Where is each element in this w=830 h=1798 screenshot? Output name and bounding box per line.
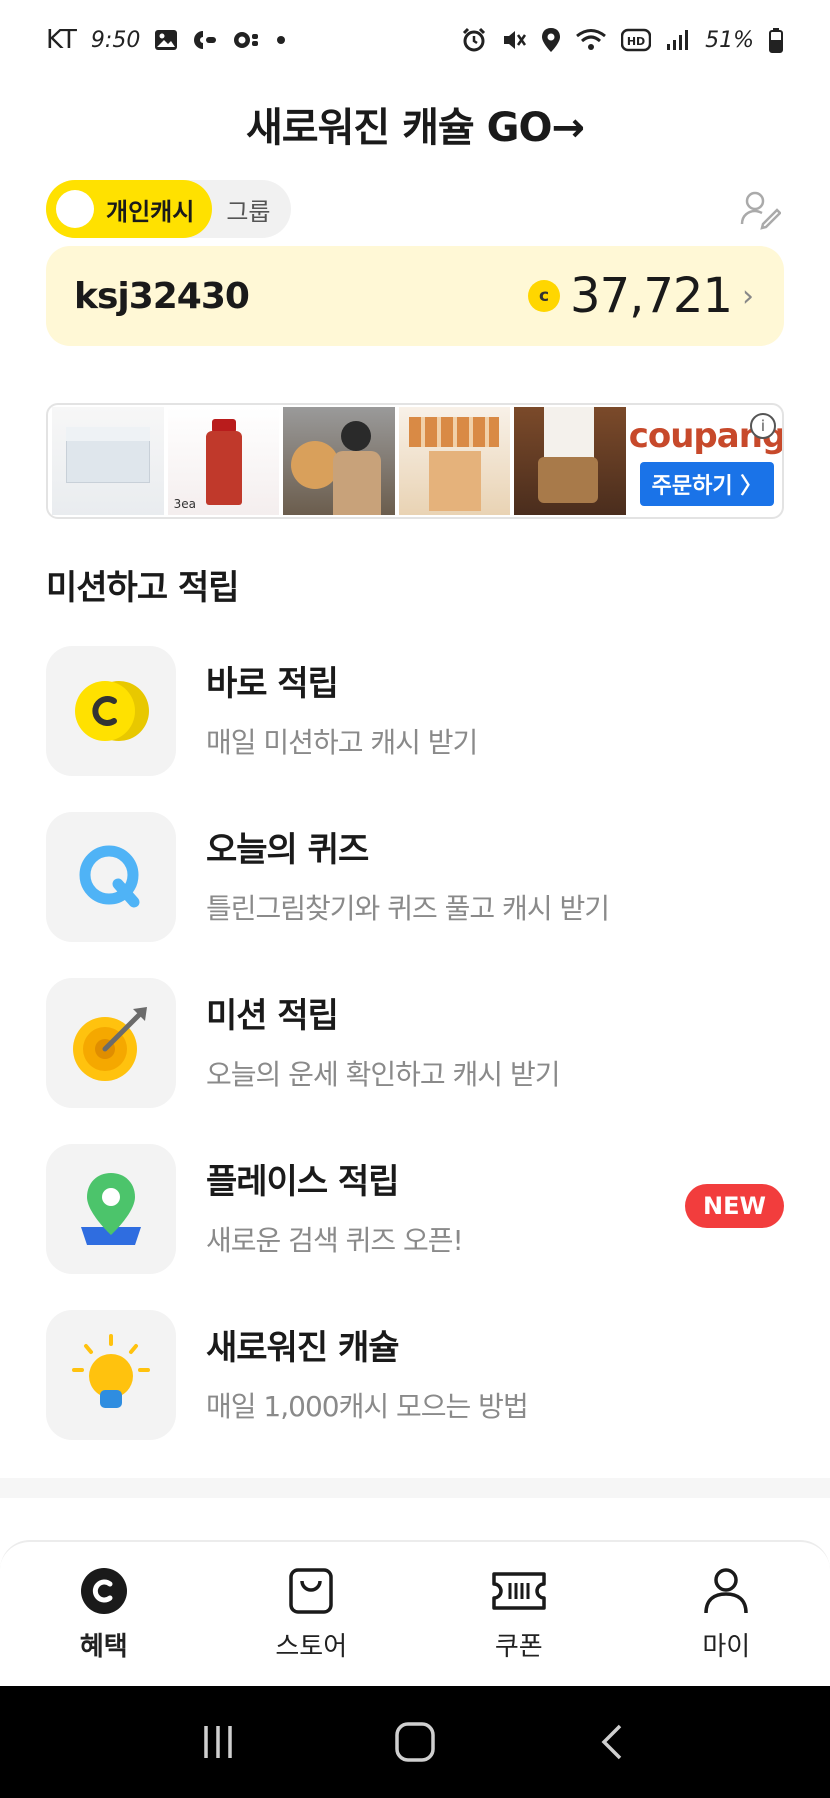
mission-icon-box — [46, 978, 176, 1108]
username: ksj32430 — [74, 275, 250, 317]
cash-mode-toggle[interactable]: 개인캐시 그룹 — [46, 180, 291, 238]
mission-title: 새로워진 캐슐 — [206, 1328, 400, 1368]
group-tab[interactable]: 그룹 — [212, 192, 270, 227]
carrier-label: KT — [46, 25, 77, 55]
battery-percent: 51% — [705, 27, 754, 53]
app2-icon — [232, 29, 262, 51]
mission-desc: 매일 미션하고 캐시 받기 — [206, 726, 478, 759]
status-bar: KT 9:50 HD 51% — [0, 0, 830, 80]
gallery-icon — [154, 29, 178, 51]
ad-info-icon[interactable]: i — [749, 413, 776, 439]
map-pin-icon — [81, 1173, 141, 1245]
mission-title: 플레이스 적립 — [206, 1162, 400, 1202]
nav-label: 마이 — [702, 1631, 751, 1662]
new-badge: NEW — [685, 1184, 784, 1228]
lightbulb-icon — [72, 1334, 150, 1408]
nav-label: 혜택 — [79, 1631, 128, 1662]
mission-desc: 새로운 검색 퀴즈 오픈! — [206, 1224, 464, 1257]
mission-list: 바로 적립 매일 미션하고 캐시 받기 오늘의 퀴즈 틀린그림찾기와 퀴즈 풀고… — [46, 646, 784, 1476]
mission-desc: 틀린그림찾기와 퀴즈 풀고 캐시 받기 — [206, 892, 610, 925]
mission-icon-box — [46, 1310, 176, 1440]
alarm-icon — [461, 27, 487, 53]
hd-icon: HD — [621, 28, 652, 52]
mission-icon-box — [46, 812, 176, 942]
signal-icon — [665, 28, 691, 52]
mission-desc: 매일 1,000캐시 모으는 방법 — [206, 1390, 529, 1423]
ad-thumb-caption: 3ea — [173, 497, 196, 511]
cash-amount: 37,721 — [570, 268, 733, 324]
coupon-ticket-icon — [492, 1571, 546, 1610]
cash-balance-card[interactable]: ksj32430 c 37,721 › — [46, 246, 784, 346]
status-left: KT 9:50 — [46, 25, 286, 55]
mission-item-instant[interactable]: 바로 적립 매일 미션하고 캐시 받기 — [46, 646, 784, 812]
toggle-knob — [56, 190, 94, 228]
coupang-ad[interactable]: coupang 주문하기 〉 i — [629, 407, 782, 515]
mission-desc: 오늘의 운세 확인하고 캐시 받기 — [206, 1058, 560, 1091]
nav-store[interactable]: 스토어 — [231, 1566, 391, 1663]
mute-icon — [501, 27, 527, 53]
chevron-right-icon: › — [742, 278, 754, 314]
nav-label: 쿠폰 — [494, 1631, 543, 1662]
cash-coin-icon: c — [528, 280, 561, 312]
section-divider — [0, 1478, 830, 1498]
mission-item-mission[interactable]: 미션 적립 오늘의 운세 확인하고 캐시 받기 — [46, 978, 784, 1144]
ad-product-image[interactable] — [283, 407, 395, 515]
mission-title: 오늘의 퀴즈 — [206, 830, 369, 870]
edit-profile-button[interactable] — [736, 185, 784, 233]
ad-product-image[interactable]: 3ea — [167, 407, 280, 515]
mission-icon-box — [46, 646, 176, 776]
mission-text: 미션 적립 오늘의 운세 확인하고 캐시 받기 — [206, 978, 560, 1093]
svg-text:HD: HD — [627, 35, 645, 48]
system-nav-bar — [0, 1686, 830, 1798]
battery-icon — [768, 27, 784, 53]
ad-product-image[interactable] — [52, 407, 164, 515]
nav-coupon[interactable]: 쿠폰 — [439, 1566, 599, 1663]
mission-text: 새로워진 캐슐 매일 1,000캐시 모으는 방법 — [206, 1310, 529, 1425]
mission-text: 오늘의 퀴즈 틀린그림찾기와 퀴즈 풀고 캐시 받기 — [206, 812, 610, 927]
mission-title: 미션 적립 — [206, 996, 339, 1036]
app-icon — [192, 29, 218, 51]
mission-text: 바로 적립 매일 미션하고 캐시 받기 — [206, 646, 478, 761]
home-button[interactable] — [393, 1720, 437, 1764]
coin-icon — [75, 681, 149, 741]
recent-apps-button[interactable] — [198, 1722, 238, 1762]
dot-icon — [276, 35, 286, 45]
shopping-bag-icon — [289, 1567, 333, 1614]
capsule-banner-link[interactable]: 새로워진 캐슐 GO→ — [0, 95, 830, 153]
nav-benefit[interactable]: 혜택 — [24, 1566, 184, 1663]
wifi-icon — [575, 27, 607, 53]
edit-profile-icon — [740, 191, 781, 230]
bottom-nav: 혜택 스토어 쿠폰 마이 — [0, 1540, 830, 1686]
mission-item-quiz[interactable]: 오늘의 퀴즈 틀린그림찾기와 퀴즈 풀고 캐시 받기 — [46, 812, 784, 978]
mission-item-capsule[interactable]: 새로워진 캐슐 매일 1,000캐시 모으는 방법 — [46, 1310, 784, 1476]
section-title: 미션하고 적립 — [46, 568, 240, 608]
cash-mode-row: 개인캐시 그룹 — [46, 180, 784, 238]
person-icon — [704, 1567, 748, 1613]
mission-item-place[interactable]: 플레이스 적립 새로운 검색 퀴즈 오픈! NEW — [46, 1144, 784, 1310]
benefit-coin-icon — [80, 1567, 127, 1614]
balance-amount-group: c 37,721 › — [528, 268, 754, 324]
ad-product-image[interactable] — [398, 407, 511, 515]
back-button[interactable] — [592, 1722, 632, 1762]
personal-cash-label: 개인캐시 — [106, 197, 195, 226]
mission-title: 바로 적립 — [206, 664, 339, 704]
location-icon — [541, 27, 561, 53]
nav-label: 스토어 — [275, 1631, 348, 1662]
status-time: 9:50 — [90, 27, 141, 53]
quiz-q-icon — [79, 845, 140, 908]
nav-my[interactable]: 마이 — [646, 1566, 806, 1663]
mission-icon-box — [46, 1144, 176, 1274]
ad-product-image[interactable] — [514, 407, 626, 515]
status-right: HD 51% — [461, 27, 784, 53]
target-icon — [73, 1007, 147, 1081]
ad-banner[interactable]: 3ea coupang 주문하기 〉 i — [46, 403, 784, 519]
mission-text: 플레이스 적립 새로운 검색 퀴즈 오픈! — [206, 1144, 464, 1259]
personal-cash-tab[interactable]: 개인캐시 — [46, 180, 213, 238]
order-button[interactable]: 주문하기 〉 — [639, 462, 775, 506]
